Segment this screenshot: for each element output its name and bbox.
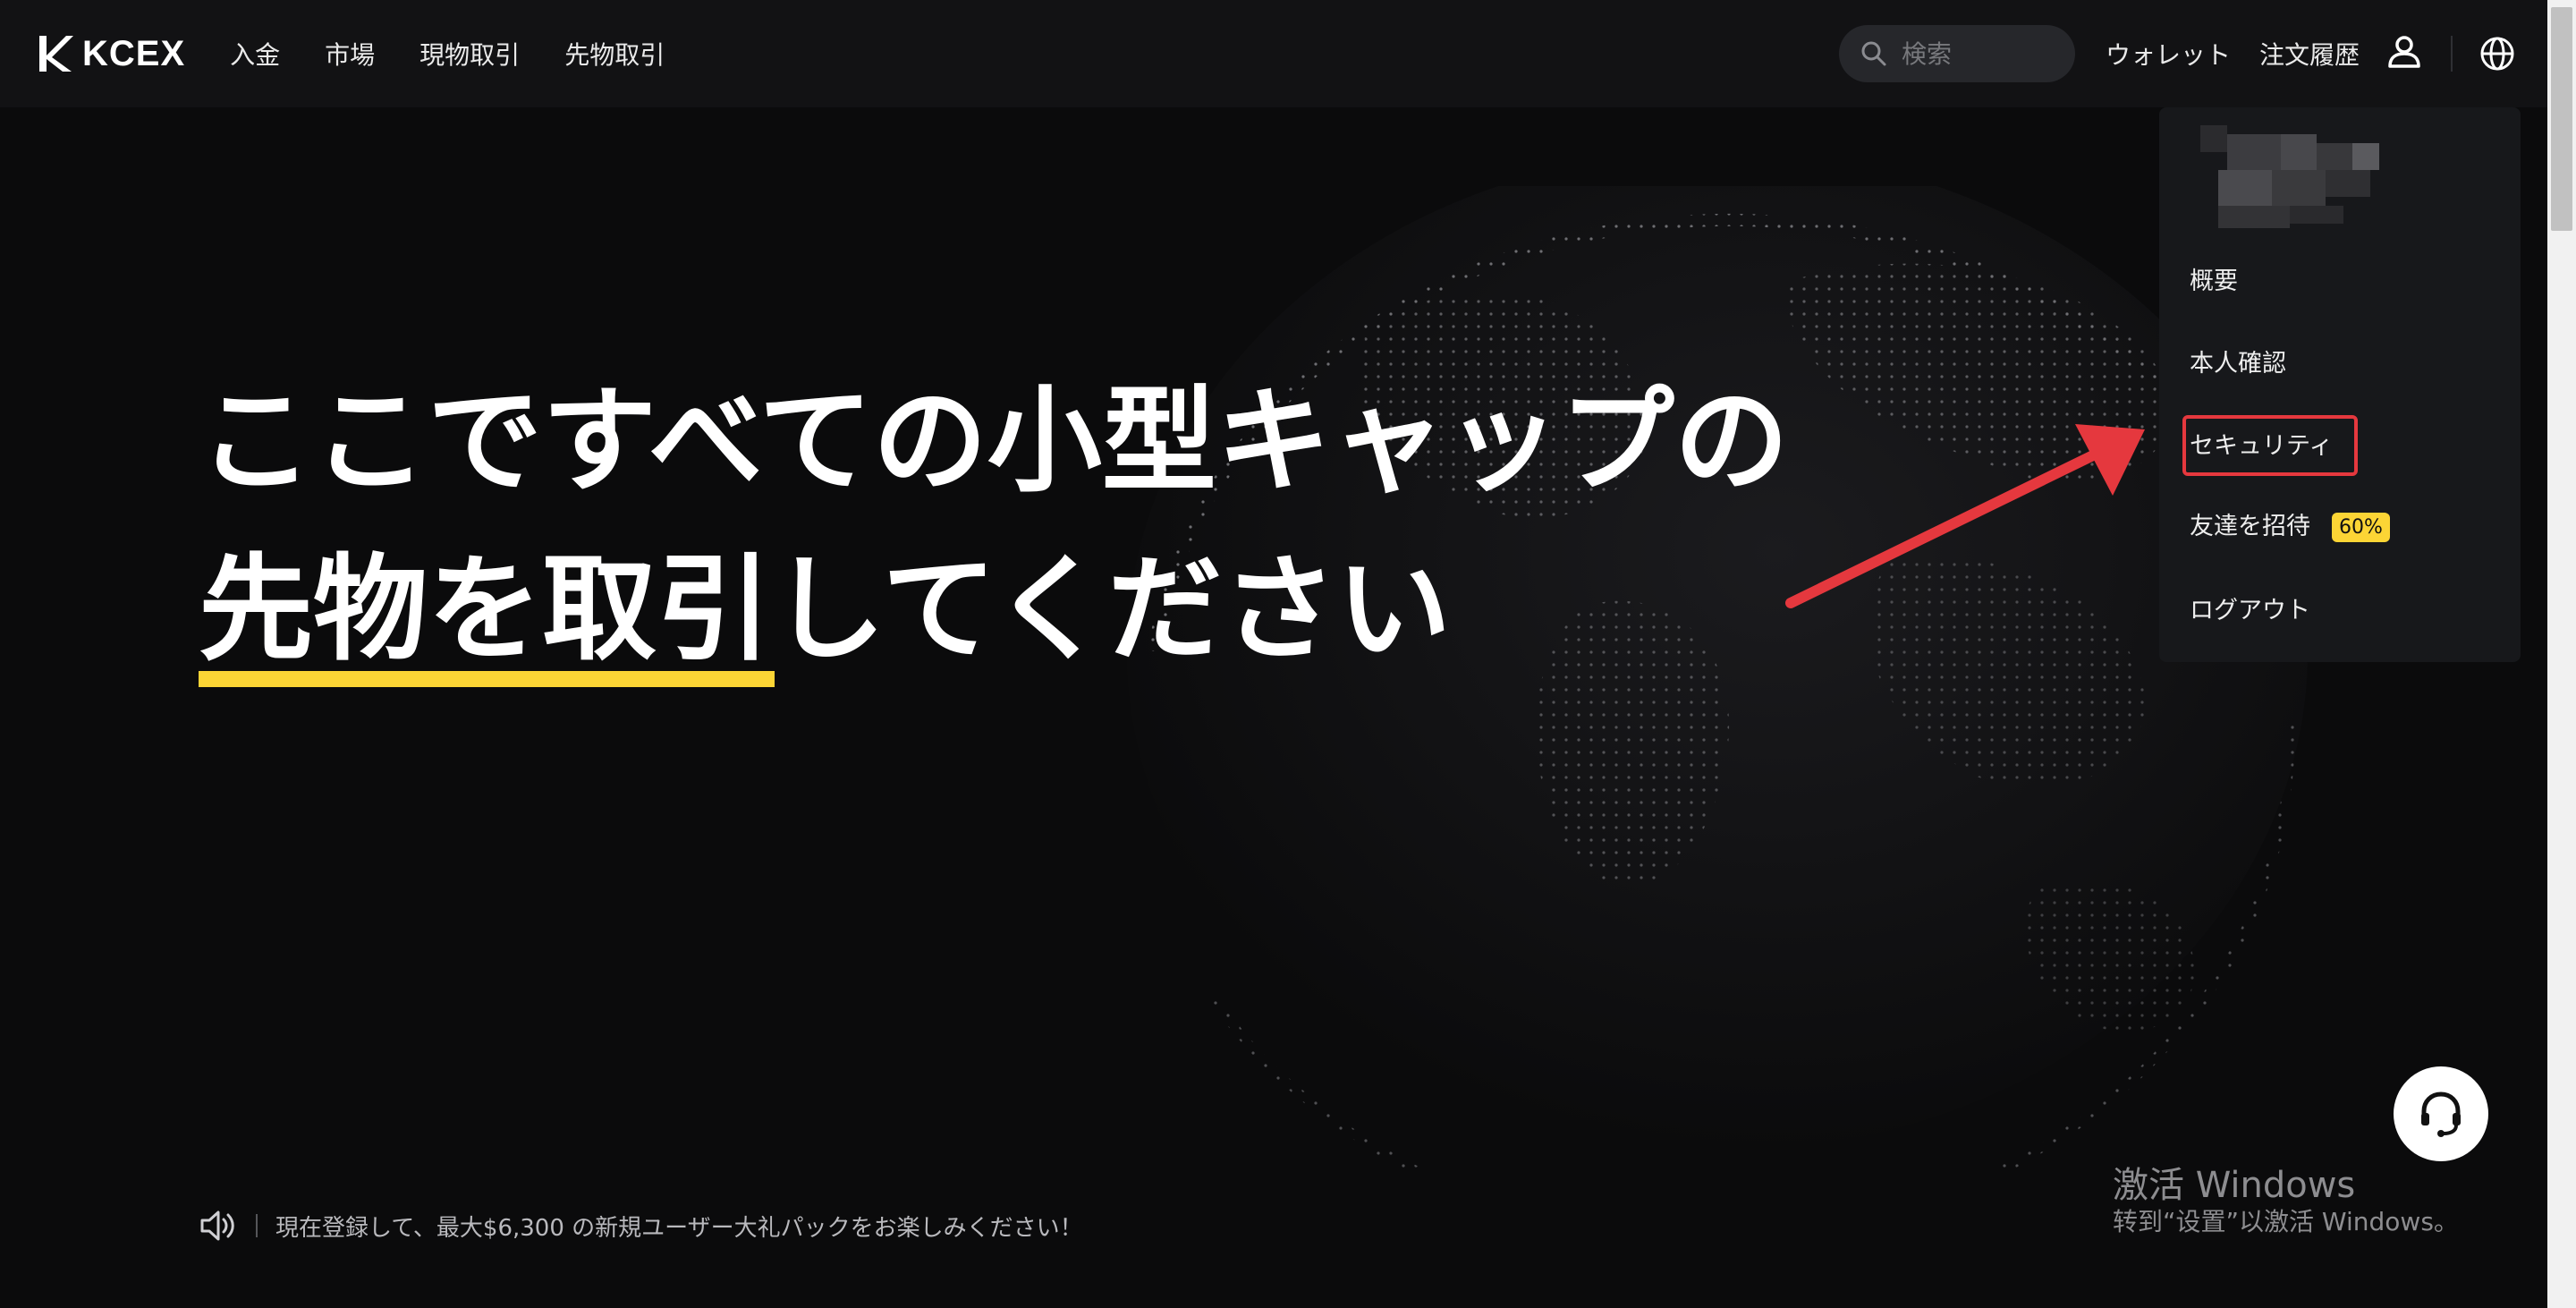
headline-underline xyxy=(199,671,775,687)
headset-icon xyxy=(2421,1091,2461,1137)
header-divider xyxy=(2451,36,2453,72)
menu-item-overview[interactable]: 概要 xyxy=(2190,261,2238,296)
user-dropdown-menu: 概要 本人確認 セキュリティ 友達を招待 60% ログアウト xyxy=(2159,107,2521,662)
main-nav: 入金 市場 現物取引 先物取引 xyxy=(230,36,665,72)
nav-markets[interactable]: 市場 xyxy=(325,36,375,72)
invite-badge: 60% xyxy=(2332,513,2390,542)
windows-activation-subtitle: 转到“设置”以激活 Windows。 xyxy=(2113,1207,2459,1236)
menu-item-invite-friends[interactable]: 友達を招待 60% xyxy=(2190,506,2390,542)
order-history-link[interactable]: 注文履歴 xyxy=(2259,36,2360,72)
menu-item-logout[interactable]: ログアウト xyxy=(2190,590,2310,625)
invite-label: 友達を招待 xyxy=(2190,513,2310,540)
hero-headline: ここですべての小型キャップの 先物を取引してください xyxy=(199,358,1789,694)
speaker-icon xyxy=(200,1210,234,1241)
windows-activation-title: 激活 Windows xyxy=(2113,1165,2356,1206)
menu-item-identity-verification[interactable]: 本人確認 xyxy=(2190,344,2286,378)
search-input[interactable] xyxy=(1900,38,2064,70)
search-box[interactable] xyxy=(1839,25,2075,82)
customer-support-button[interactable] xyxy=(2394,1066,2488,1161)
user-icon[interactable] xyxy=(2385,32,2424,72)
red-annotation-arrow xyxy=(1785,424,2145,608)
nav-spot[interactable]: 現物取引 xyxy=(419,36,520,72)
globe-icon[interactable] xyxy=(2478,34,2517,73)
nav-deposit[interactable]: 入金 xyxy=(230,36,280,72)
nav-futures[interactable]: 先物取引 xyxy=(564,36,665,72)
brand-name: KCEX xyxy=(82,33,186,73)
scrollbar-thumb[interactable] xyxy=(2551,7,2572,231)
hero-headline-line1: ここですべての小型キャップの xyxy=(199,375,1789,508)
kcex-logo[interactable]: KCEX xyxy=(36,32,185,75)
blurred-account-info xyxy=(2200,125,2379,228)
announcement-divider xyxy=(256,1214,258,1237)
wallet-link[interactable]: ウォレット xyxy=(2106,36,2231,72)
kcex-logo-icon xyxy=(39,36,73,72)
announcement-bar[interactable]: 現在登録して、最大$6,300 の新規ユーザー大礼パックをお楽しみください！ xyxy=(199,1208,1083,1244)
search-icon xyxy=(1861,41,1886,66)
announcement-text[interactable]: 現在登録して、最大$6,300 の新規ユーザー大礼パックをお楽しみください！ xyxy=(275,1210,1083,1243)
hero-headline-line2: 先物を取引してください xyxy=(199,543,1452,676)
security-highlight-box xyxy=(2182,415,2358,476)
